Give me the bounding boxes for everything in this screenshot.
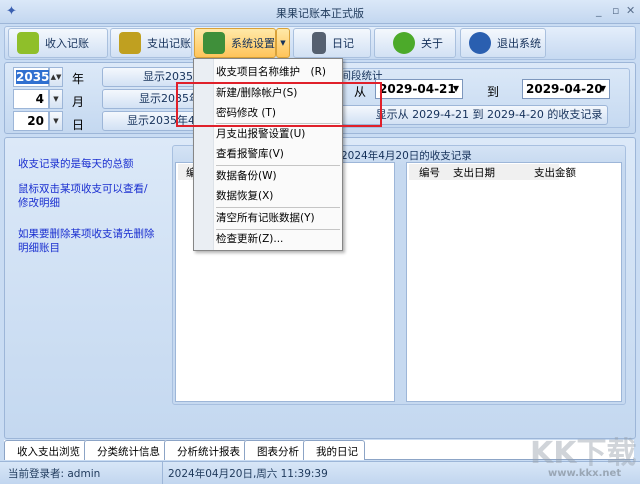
exit-icon (469, 32, 491, 54)
settings-dropdown-arrow[interactable]: ▼ (276, 28, 290, 58)
watermark: KK下载 (530, 436, 637, 471)
to-label: 到 (487, 85, 500, 99)
menu-item-clear-all[interactable]: 清空所有记账数据(Y) (216, 208, 315, 228)
expense-col-amount[interactable]: 支出金额 (534, 165, 576, 180)
menu-item-alert-log[interactable]: 查看报警库(V) (216, 144, 284, 164)
tab-category-stats[interactable]: 分类统计信息 (84, 440, 167, 460)
expense-label: 支出记账 (147, 37, 191, 50)
tab-bar: 收入支出浏览 分类统计信息 分析统计报表 图表分析 我的日记 (4, 440, 365, 460)
to-date-picker[interactable]: 2029-04-20 ▼ (522, 79, 610, 99)
about-label: 关于 (421, 37, 443, 50)
hint-delete: 如果要删除某项收支请先删除明细账目 (18, 228, 155, 254)
month-input[interactable]: 4 (13, 89, 49, 109)
diary-icon (312, 32, 326, 54)
month-dropdown[interactable]: ▼ (49, 89, 63, 109)
tab-browse[interactable]: 收入支出浏览 (4, 440, 87, 460)
from-date-value: 2029-04-21 (379, 82, 456, 96)
window-title: 果果记账本正式版 (276, 7, 364, 20)
gear-about-icon (393, 32, 415, 54)
expense-col-id[interactable]: 编号 (419, 165, 440, 180)
day-dropdown[interactable]: ▼ (49, 111, 63, 131)
month-label: 月 (72, 95, 85, 109)
tab-analysis-report[interactable]: 分析统计报表 (164, 440, 247, 460)
from-date-picker[interactable]: 2029-04-21 ▼ (375, 79, 463, 99)
menu-item-restore[interactable]: 数据恢复(X) (216, 186, 273, 206)
settings-label: 系统设置 (231, 37, 275, 50)
records-title: 2024年4月20日的收支记录 (341, 150, 472, 162)
menu-item-category-maintenance[interactable]: 收支项目名称维护 (R) (216, 62, 326, 82)
tab-diary[interactable]: 我的日记 (303, 440, 365, 460)
exit-button[interactable]: 退出系统 (460, 28, 546, 58)
status-datetime: 2024年04月20日,周六 11:39:39 (168, 468, 328, 480)
day-input[interactable]: 20 (13, 111, 49, 131)
year-spinner[interactable]: ▲▼ (49, 67, 63, 87)
diary-label: 日记 (332, 37, 354, 50)
expense-col-date[interactable]: 支出日期 (453, 165, 495, 180)
expense-list[interactable]: 编号 支出日期 支出金额 (406, 162, 622, 402)
income-button[interactable]: 收入记账 (8, 28, 108, 58)
menu-item-check-update[interactable]: 检查更新(Z)... (216, 229, 283, 249)
about-button[interactable]: 关于 (374, 28, 456, 58)
year-input[interactable]: 2035 (16, 70, 50, 84)
menu-item-alert-settings[interactable]: 月支出报警设置(U) (216, 124, 305, 144)
hint-double-click: 鼠标双击某项收支可以查看/修改明细 (18, 183, 148, 209)
highlight-box (176, 82, 382, 127)
folder-expense-icon (119, 32, 141, 54)
menu-item-backup[interactable]: 数据备份(W) (216, 166, 277, 186)
settings-button[interactable]: 系统设置 (194, 28, 276, 58)
day-label: 日 (72, 118, 85, 132)
settings-tools-icon (203, 32, 225, 54)
folder-income-icon (17, 32, 39, 54)
close-button[interactable]: ✕ (626, 4, 635, 17)
status-user: 当前登录者: admin (8, 468, 101, 480)
income-label: 收入记账 (45, 37, 89, 50)
minimize-button[interactable]: _ (596, 4, 602, 17)
tab-chart[interactable]: 图表分析 (244, 440, 306, 460)
year-label: 年 (72, 72, 85, 86)
hint-daily-total: 收支记录的是每天的总额 (18, 158, 134, 170)
to-date-value: 2029-04-20 (526, 82, 603, 96)
diary-button[interactable]: 日记 (293, 28, 371, 58)
expense-button[interactable]: 支出记账 (110, 28, 192, 58)
maximize-button[interactable]: ▫ (612, 4, 619, 17)
exit-label: 退出系统 (497, 37, 541, 50)
